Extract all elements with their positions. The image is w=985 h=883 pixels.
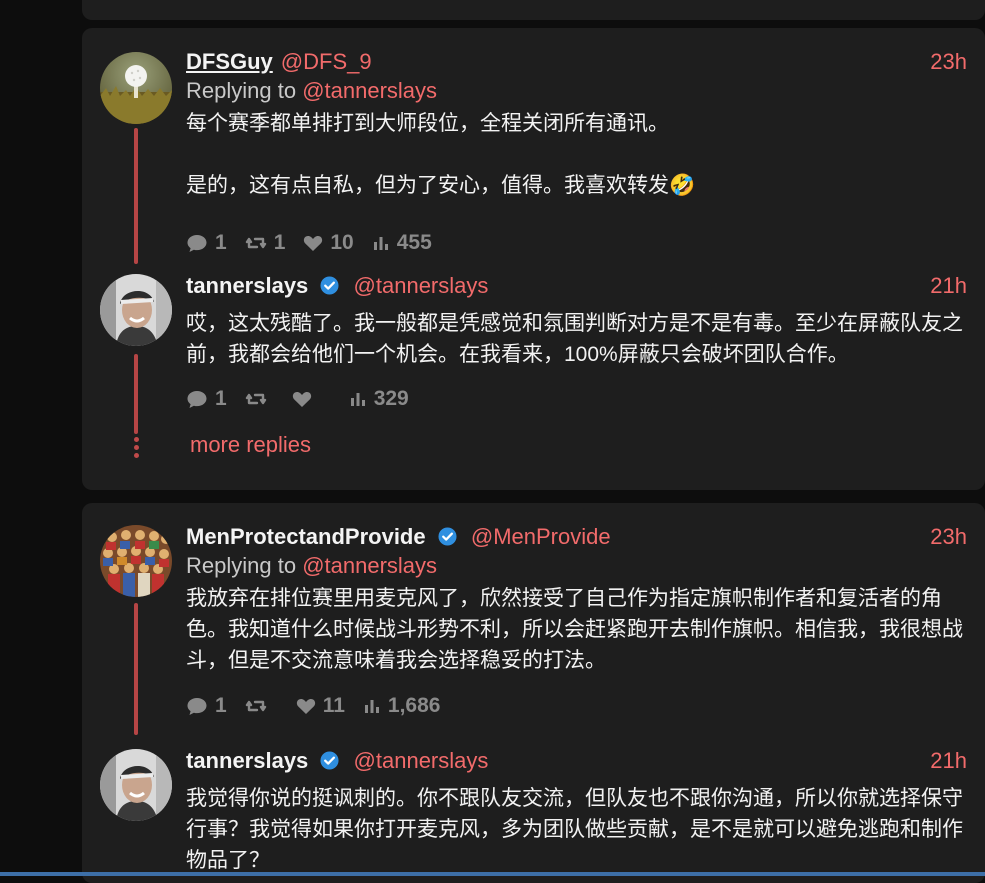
- ellipsis-dot: [134, 445, 139, 450]
- avatar-tannerslays[interactable]: [100, 274, 172, 346]
- views-icon: [373, 237, 388, 250]
- author-handle[interactable]: @DFS_9: [281, 49, 372, 74]
- verified-icon: [320, 751, 339, 770]
- like-button[interactable]: 10: [303, 231, 354, 255]
- repost-button[interactable]: 1: [245, 231, 286, 255]
- avatar-menprovide[interactable]: [100, 525, 172, 597]
- post-time[interactable]: 21h: [930, 272, 967, 300]
- comment-icon: [187, 235, 207, 252]
- author-name[interactable]: DFSGuy: [186, 49, 273, 74]
- ellipsis-dot: [134, 437, 139, 442]
- author-handle[interactable]: @MenProvide: [471, 524, 611, 549]
- repost-button[interactable]: [245, 390, 274, 408]
- post-time[interactable]: 23h: [930, 523, 967, 551]
- repost-button[interactable]: [245, 697, 274, 715]
- author-name[interactable]: tannerslays: [186, 273, 308, 298]
- post-body: 哎，这太残酷了。我一般都是凭感觉和氛围判断对方是不是有毒。至少在屏蔽队友之前，我…: [186, 312, 963, 366]
- comment-icon: [187, 391, 207, 408]
- replying-to: Replying to @tannerslays: [186, 551, 967, 581]
- views-count: 329: [373, 387, 409, 410]
- heart-icon: [304, 236, 323, 251]
- thread-line: [134, 128, 138, 264]
- thread-card: MenProtectandProvide @MenProvide 23h Rep…: [82, 503, 985, 883]
- comment-button[interactable]: 1: [186, 694, 227, 718]
- comment-icon: [187, 698, 207, 715]
- views-button[interactable]: 1,686: [363, 694, 441, 718]
- comment-button[interactable]: 1: [186, 231, 227, 255]
- post-time[interactable]: 21h: [930, 747, 967, 775]
- views-count: 1,686: [387, 694, 441, 717]
- post-time[interactable]: 23h: [930, 48, 967, 76]
- views-icon: [364, 700, 379, 713]
- heart-icon: [292, 392, 311, 407]
- views-count: 455: [396, 231, 432, 254]
- post-body: 每个赛季都单排打到大师段位，全程关闭所有通讯。 是的，这有点自私，但为了安心，值…: [186, 112, 696, 197]
- more-replies-link[interactable]: more replies: [190, 432, 311, 458]
- replying-mention[interactable]: @tannerslays: [302, 78, 437, 103]
- like-count: 10: [330, 231, 354, 254]
- author-name[interactable]: tannerslays: [186, 748, 308, 773]
- thread-line: [134, 354, 138, 434]
- replying-prefix: Replying to: [186, 553, 297, 578]
- verified-icon: [320, 276, 339, 295]
- bottom-scroll-edge: [0, 872, 985, 876]
- like-button[interactable]: [292, 390, 319, 408]
- repost-icon: [245, 237, 266, 249]
- views-button[interactable]: 329: [349, 387, 409, 411]
- thread-card: DFSGuy @DFS_9 23h Replying to @tannerslay…: [82, 28, 985, 490]
- repost-icon: [245, 700, 266, 712]
- comment-count: 1: [215, 387, 227, 410]
- author-handle[interactable]: @tannerslays: [354, 273, 489, 298]
- post-menprovide: MenProtectandProvide @MenProvide 23h Rep…: [186, 523, 967, 721]
- comment-button[interactable]: 1: [186, 387, 227, 411]
- replying-mention[interactable]: @tannerslays: [302, 553, 437, 578]
- repost-icon: [245, 393, 266, 405]
- post-tannerslays: tannerslays @tannerslays 21h 哎，这太残酷了。我一般…: [186, 272, 967, 414]
- post-dfsguy: DFSGuy @DFS_9 23h Replying to @tannerslay…: [186, 48, 967, 258]
- like-button[interactable]: 11: [296, 694, 345, 718]
- like-count: 11: [322, 694, 345, 717]
- author-name[interactable]: MenProtectandProvide: [186, 524, 426, 549]
- post-stats: 1 329: [186, 384, 967, 414]
- views-button[interactable]: 455: [372, 231, 432, 255]
- previous-post-card: [82, 0, 985, 20]
- post-body: 我觉得你说的挺讽刺的。你不跟队友交流，但队友也不跟你沟通，所以你就选择保守行事？…: [186, 787, 963, 872]
- verified-icon: [438, 527, 457, 546]
- post-stats: 1 11 1,686: [186, 691, 967, 721]
- heart-icon: [296, 699, 315, 714]
- thread-line: [134, 603, 138, 735]
- post-body: 我放弃在排位赛里用麦克风了，欣然接受了自己作为指定旗帜制作者和复活者的角色。我知…: [186, 587, 963, 672]
- replying-prefix: Replying to: [186, 78, 297, 103]
- views-icon: [350, 393, 365, 406]
- avatar-dfsguy[interactable]: [100, 52, 172, 124]
- avatar-tannerslays[interactable]: [100, 749, 172, 821]
- ellipsis-dot: [134, 453, 139, 458]
- post-tannerslays-reply: tannerslays @tannerslays 21h 我觉得你说的挺讽刺的。…: [186, 747, 967, 876]
- post-stats: 1 1 10 455: [186, 228, 967, 258]
- replying-to: Replying to @tannerslays: [186, 76, 967, 106]
- repost-count: 1: [273, 231, 286, 254]
- author-handle[interactable]: @tannerslays: [354, 748, 489, 773]
- comment-count: 1: [215, 694, 227, 717]
- comment-count: 1: [215, 231, 227, 254]
